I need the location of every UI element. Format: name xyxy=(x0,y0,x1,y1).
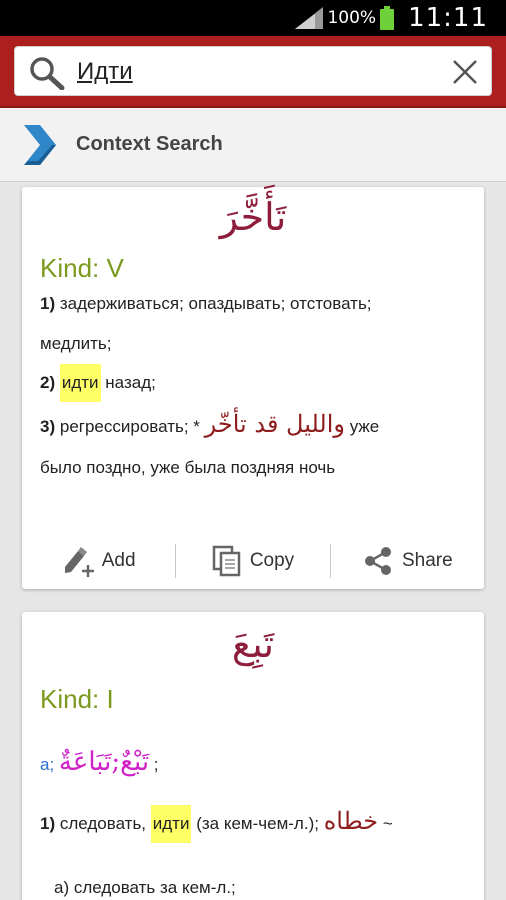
entry-kind: Kind: V xyxy=(40,253,124,283)
form-separator: ; xyxy=(153,755,159,774)
arabic-forms: تَبْعٌ;تَبَاعَةٌ xyxy=(58,747,150,777)
tilde: ~ xyxy=(382,814,393,833)
search-box[interactable] xyxy=(14,46,492,96)
definition-text: задерживаться; опаздывать; отстовать; xyxy=(59,294,372,313)
status-bar: 100% 11:11 xyxy=(0,0,506,36)
definition-line: 1) следовать, идти (за кем-чем-л.); خطاه… xyxy=(40,805,393,843)
definition-line: было поздно, уже была поздняя ночь xyxy=(40,458,484,478)
battery-icon xyxy=(380,6,395,30)
chevron-right-icon xyxy=(24,124,56,165)
definition-line: 1) задерживаться; опаздывать; отстовать; xyxy=(40,294,484,314)
arabic-example: خطاه xyxy=(323,807,379,835)
entry-word: تَبِعَ xyxy=(231,622,275,666)
entry-kind: Kind: I xyxy=(40,684,114,714)
battery-percent: 100% xyxy=(327,8,377,28)
definition-line: 2) идти назад; xyxy=(40,364,484,402)
context-search-title: Context Search xyxy=(76,133,223,155)
definition-text: (за кем-чем-л.); xyxy=(196,814,319,833)
copy-label: Copy xyxy=(249,550,295,571)
arabic-example: والليل قد تأخّر xyxy=(204,410,345,438)
add-label: Add xyxy=(101,550,136,571)
definition-text: а) следовать за кем-л.; xyxy=(54,878,236,897)
copy-icon xyxy=(212,545,241,577)
copy-button[interactable]: Copy xyxy=(176,533,329,589)
add-button[interactable]: Add xyxy=(22,533,175,589)
entry-word: تَأَخَّرَ xyxy=(219,195,287,239)
share-icon xyxy=(364,547,391,575)
add-note-icon xyxy=(64,547,94,577)
entry-actions: Add Copy Share xyxy=(22,533,484,589)
definition-text: назад; xyxy=(105,373,156,392)
entry-card: تَأَخَّرَ Kind: V 1) задерживаться; опаз… xyxy=(22,187,484,589)
share-button[interactable]: Share xyxy=(331,533,484,589)
word-forms: a; تَبْعٌ;تَبَاعَةٌ ; xyxy=(40,747,159,777)
search-icon[interactable] xyxy=(29,56,65,90)
context-search-bar[interactable]: Context Search xyxy=(0,108,506,182)
definition-text: следовать, xyxy=(59,814,147,833)
definition-line: а) следовать за кем-л.; xyxy=(54,878,236,898)
definition-number: 1) xyxy=(40,294,56,313)
definition-text: медлить; xyxy=(40,334,112,353)
definition-text: было поздно, уже была поздняя ночь xyxy=(40,458,336,477)
definition-text: уже xyxy=(349,417,380,436)
highlight-match: идти xyxy=(59,364,101,402)
highlight-match: идти xyxy=(150,805,192,843)
close-icon[interactable] xyxy=(449,56,481,88)
definition-line: 3) регрессировать; * والليل قد تأخّر уже xyxy=(40,410,484,438)
definition-line: медлить; xyxy=(40,334,484,354)
definition-text: регрессировать; * xyxy=(59,417,200,436)
definition-number: 2) xyxy=(40,373,56,392)
signal-icon xyxy=(295,7,324,29)
search-header xyxy=(0,36,506,108)
search-input[interactable] xyxy=(77,55,437,89)
entry-card: تَبِعَ Kind: I a; تَبْعٌ;تَبَاعَةٌ ; 1) … xyxy=(22,612,484,900)
form-label: a; xyxy=(40,755,55,774)
share-label: Share xyxy=(401,550,453,571)
definition-number: 1) xyxy=(40,814,56,833)
clock: 11:11 xyxy=(408,3,488,33)
definition-number: 3) xyxy=(40,417,56,436)
